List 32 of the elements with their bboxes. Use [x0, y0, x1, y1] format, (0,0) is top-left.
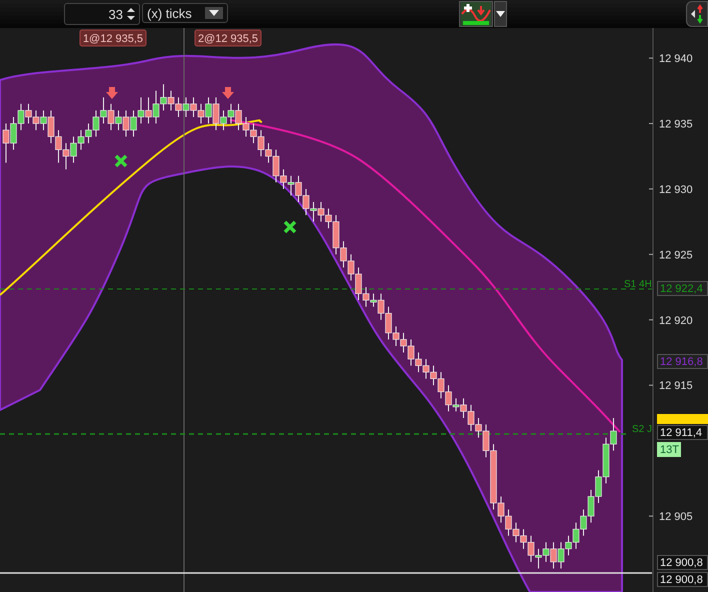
- sell-arrow-icon: [106, 87, 118, 99]
- axis-tick-label: 12 915: [659, 380, 693, 392]
- price-tag: [657, 414, 708, 424]
- sell-arrow-icon: [222, 87, 234, 99]
- level-label: S1 4H: [624, 279, 652, 290]
- price-tag: 12 900,8: [657, 555, 708, 570]
- trade-label: 1@12 935,5: [80, 30, 146, 46]
- price-tag: 13T: [657, 442, 681, 457]
- price-tag: 12 900,8: [657, 572, 708, 587]
- cross-icon: [283, 220, 297, 234]
- period-input[interactable]: 33: [64, 3, 140, 25]
- axis-tick-label: 12 905: [659, 511, 693, 524]
- indicators-menu-button[interactable]: [494, 1, 507, 27]
- arrows-icon: [690, 4, 704, 24]
- period-unit-dropdown[interactable]: (x) ticks: [142, 3, 228, 23]
- spinner-arrows-icon[interactable]: [125, 6, 137, 22]
- trade-label: 2@12 935,5: [194, 30, 262, 46]
- level-label: S2 J: [632, 424, 652, 435]
- chart-indicator-icon: [461, 2, 491, 26]
- price-tag: 12 911,4: [657, 425, 708, 440]
- side-panel-button[interactable]: [686, 1, 708, 27]
- axis-tick-label: 12 925: [659, 249, 693, 262]
- price-tag: 12 916,8: [657, 354, 708, 369]
- indicators-button[interactable]: [459, 1, 493, 27]
- cross-icon: [114, 154, 128, 168]
- caret-icon: [205, 7, 223, 19]
- caret-icon: [496, 11, 505, 17]
- axis-tick-label: 12 940: [659, 53, 693, 66]
- axis-tick-label: 12 935: [659, 118, 693, 131]
- axis-tick-label: 12 930: [659, 184, 693, 196]
- axis-tick-label: 12 920: [659, 314, 693, 327]
- price-tag: 12 922,4: [657, 281, 708, 296]
